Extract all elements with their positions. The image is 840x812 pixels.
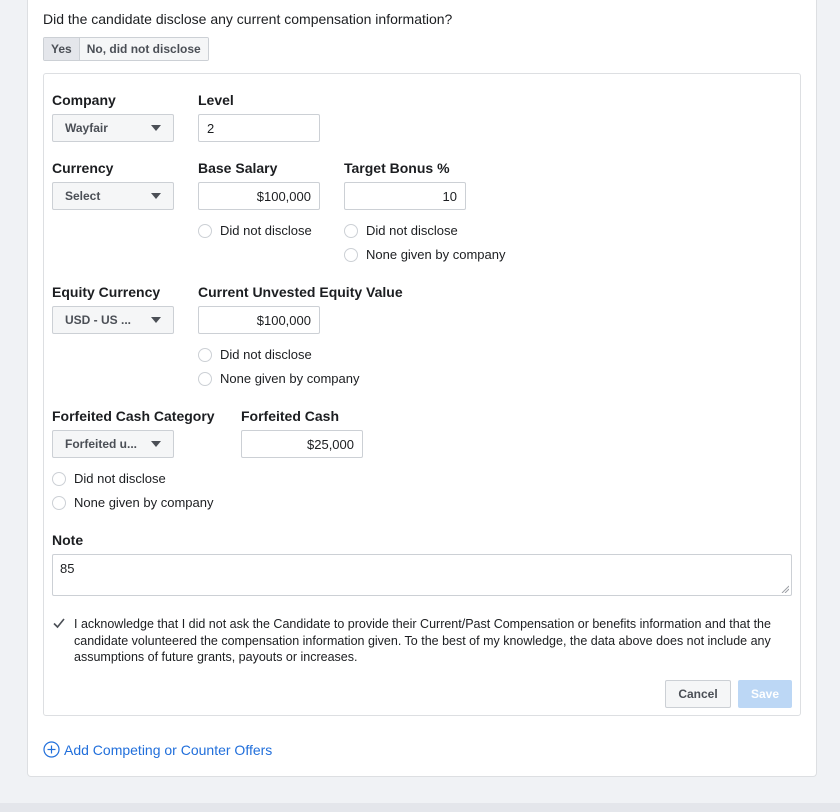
company-select[interactable]: Wayfair	[52, 114, 174, 142]
caret-down-icon	[151, 125, 161, 131]
disclose-no-button[interactable]: No, did not disclose	[79, 38, 208, 60]
radio-label: None given by company	[366, 247, 506, 262]
radio-circle-icon	[198, 347, 212, 362]
currency-select[interactable]: Select	[52, 182, 174, 210]
note-value: 85	[60, 561, 75, 576]
unvested-equity-input[interactable]: $100,000	[198, 306, 320, 334]
check-icon	[53, 618, 65, 629]
radio-circle-icon	[344, 247, 358, 262]
radio-label: Did not disclose	[366, 223, 458, 238]
acknowledge-checkbox[interactable]	[52, 616, 66, 630]
level-label: Level	[198, 92, 234, 108]
equity-currency-value: USD - US ...	[65, 313, 132, 327]
forfeited-category-value: Forfeited u...	[65, 437, 137, 451]
radio-circle-icon	[198, 223, 212, 238]
currency-label: Currency	[52, 160, 114, 176]
forfeited-cash-input[interactable]: $25,000	[241, 430, 363, 458]
note-textarea[interactable]: 85	[52, 554, 792, 596]
radio-circle-icon	[52, 495, 66, 510]
disclose-toggle: Yes No, did not disclose	[43, 37, 209, 61]
radio-label: None given by company	[220, 371, 360, 386]
equity-currency-select[interactable]: USD - US ...	[52, 306, 174, 334]
disclose-question: Did the candidate disclose any current c…	[43, 11, 453, 27]
company-select-value: Wayfair	[65, 121, 108, 135]
forfeited-category-label: Forfeited Cash Category	[52, 408, 215, 424]
bonus-none-given-radio[interactable]: None given by company	[344, 247, 505, 262]
equity-currency-label: Equity Currency	[52, 284, 161, 300]
base-salary-label: Base Salary	[198, 160, 278, 176]
target-bonus-input[interactable]: 10	[344, 182, 466, 210]
base-salary-input[interactable]: $100,000	[198, 182, 320, 210]
radio-circle-icon	[198, 371, 212, 386]
forfeited-did-not-disclose-radio[interactable]: Did not disclose	[52, 471, 166, 486]
add-competing-offers-link[interactable]: Add Competing or Counter Offers	[43, 741, 272, 758]
resize-grip-icon[interactable]	[781, 585, 789, 593]
level-input[interactable]: 2	[198, 114, 320, 142]
currency-select-value: Select	[65, 189, 101, 203]
unvested-equity-label: Current Unvested Equity Value	[198, 284, 403, 300]
page-bottom-band	[0, 803, 840, 812]
plus-circle-icon	[43, 741, 60, 758]
acknowledgement-text: I acknowledge that I did not ask the Can…	[74, 617, 771, 664]
radio-label: None given by company	[74, 495, 214, 510]
caret-down-icon	[151, 193, 161, 199]
radio-circle-icon	[344, 223, 358, 238]
company-label: Company	[52, 92, 116, 108]
target-bonus-label: Target Bonus %	[344, 160, 450, 176]
disclose-yes-button[interactable]: Yes	[44, 38, 80, 60]
save-button[interactable]: Save	[738, 680, 792, 708]
note-label: Note	[52, 532, 84, 548]
forfeited-none-given-radio[interactable]: None given by company	[52, 495, 213, 510]
forfeited-category-select[interactable]: Forfeited u...	[52, 430, 174, 458]
add-offer-label: Add Competing or Counter Offers	[64, 741, 273, 758]
base-salary-did-not-disclose-radio[interactable]: Did not disclose	[198, 223, 312, 238]
caret-down-icon	[151, 441, 161, 447]
forfeited-cash-label: Forfeited Cash	[241, 408, 340, 424]
radio-label: Did not disclose	[74, 471, 166, 486]
radio-label: Did not disclose	[220, 223, 312, 238]
radio-label: Did not disclose	[220, 347, 312, 362]
equity-did-not-disclose-radio[interactable]: Did not disclose	[198, 347, 312, 362]
cancel-button[interactable]: Cancel	[665, 680, 731, 708]
bonus-did-not-disclose-radio[interactable]: Did not disclose	[344, 223, 458, 238]
caret-down-icon	[151, 317, 161, 323]
radio-circle-icon	[52, 471, 66, 486]
equity-none-given-radio[interactable]: None given by company	[198, 371, 359, 386]
